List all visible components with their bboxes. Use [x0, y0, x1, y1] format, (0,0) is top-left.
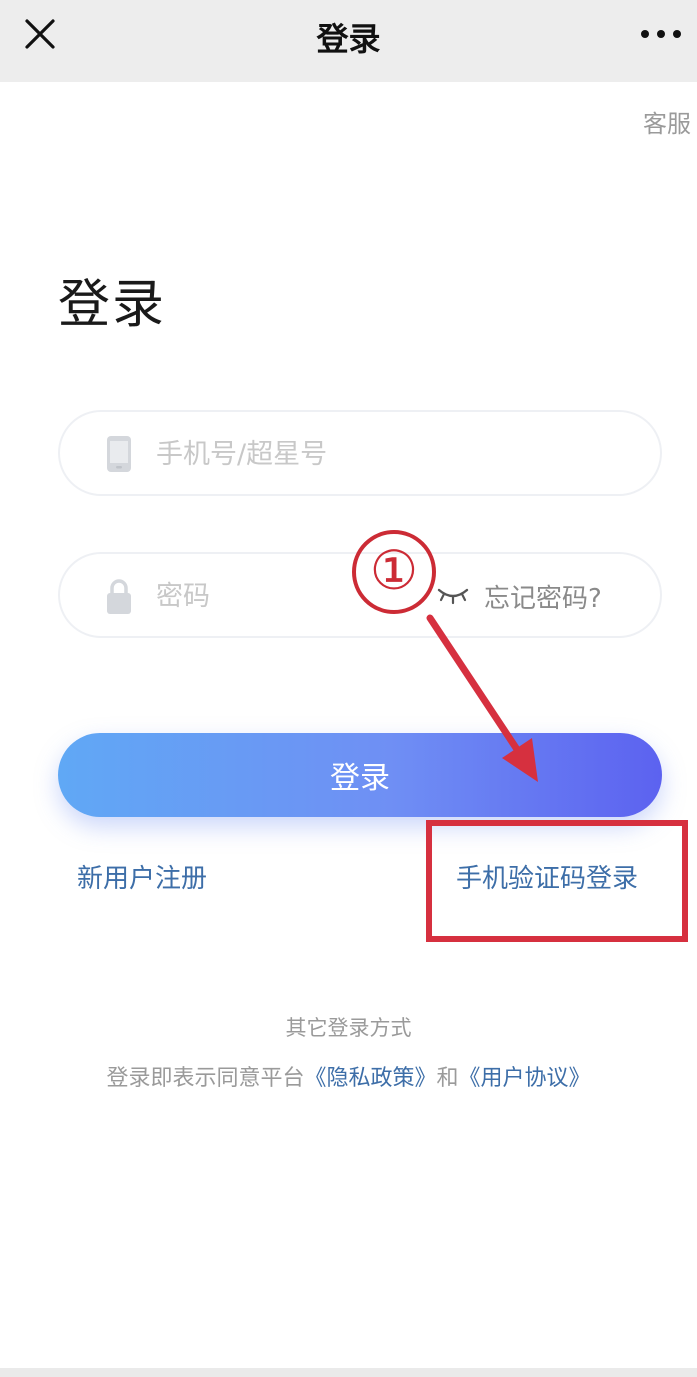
bottom-bar: [0, 1368, 697, 1377]
annotation-step-number: ①: [352, 530, 436, 614]
page-title: 登录: [58, 275, 167, 335]
login-button[interactable]: 登录: [58, 733, 662, 817]
agreement-prefix: 登录即表示同意平台: [106, 1066, 305, 1091]
agreement-and: 和: [436, 1066, 459, 1091]
nav-title: 登录: [316, 20, 381, 58]
phone-field[interactable]: [58, 410, 662, 496]
annotation-arrow-icon: [426, 614, 538, 782]
phone-icon: [107, 436, 131, 472]
register-link[interactable]: 新用户注册: [77, 858, 207, 895]
more-options-icon[interactable]: [637, 24, 685, 44]
eye-closed-icon[interactable]: [436, 582, 470, 610]
user-agreement-link[interactable]: 《用户协议》: [459, 1066, 591, 1091]
top-nav-bar: 登录: [0, 0, 697, 82]
lock-icon: [107, 579, 131, 614]
agreement-text: 登录即表示同意平台《隐私政策》和《用户协议》: [0, 1060, 697, 1092]
other-login-methods[interactable]: 其它登录方式: [0, 1012, 697, 1042]
privacy-policy-link[interactable]: 《隐私政策》: [304, 1066, 436, 1091]
phone-input[interactable]: [156, 430, 456, 478]
customer-service-link[interactable]: 客服: [643, 104, 691, 139]
annotation-highlight-box: [426, 820, 688, 942]
